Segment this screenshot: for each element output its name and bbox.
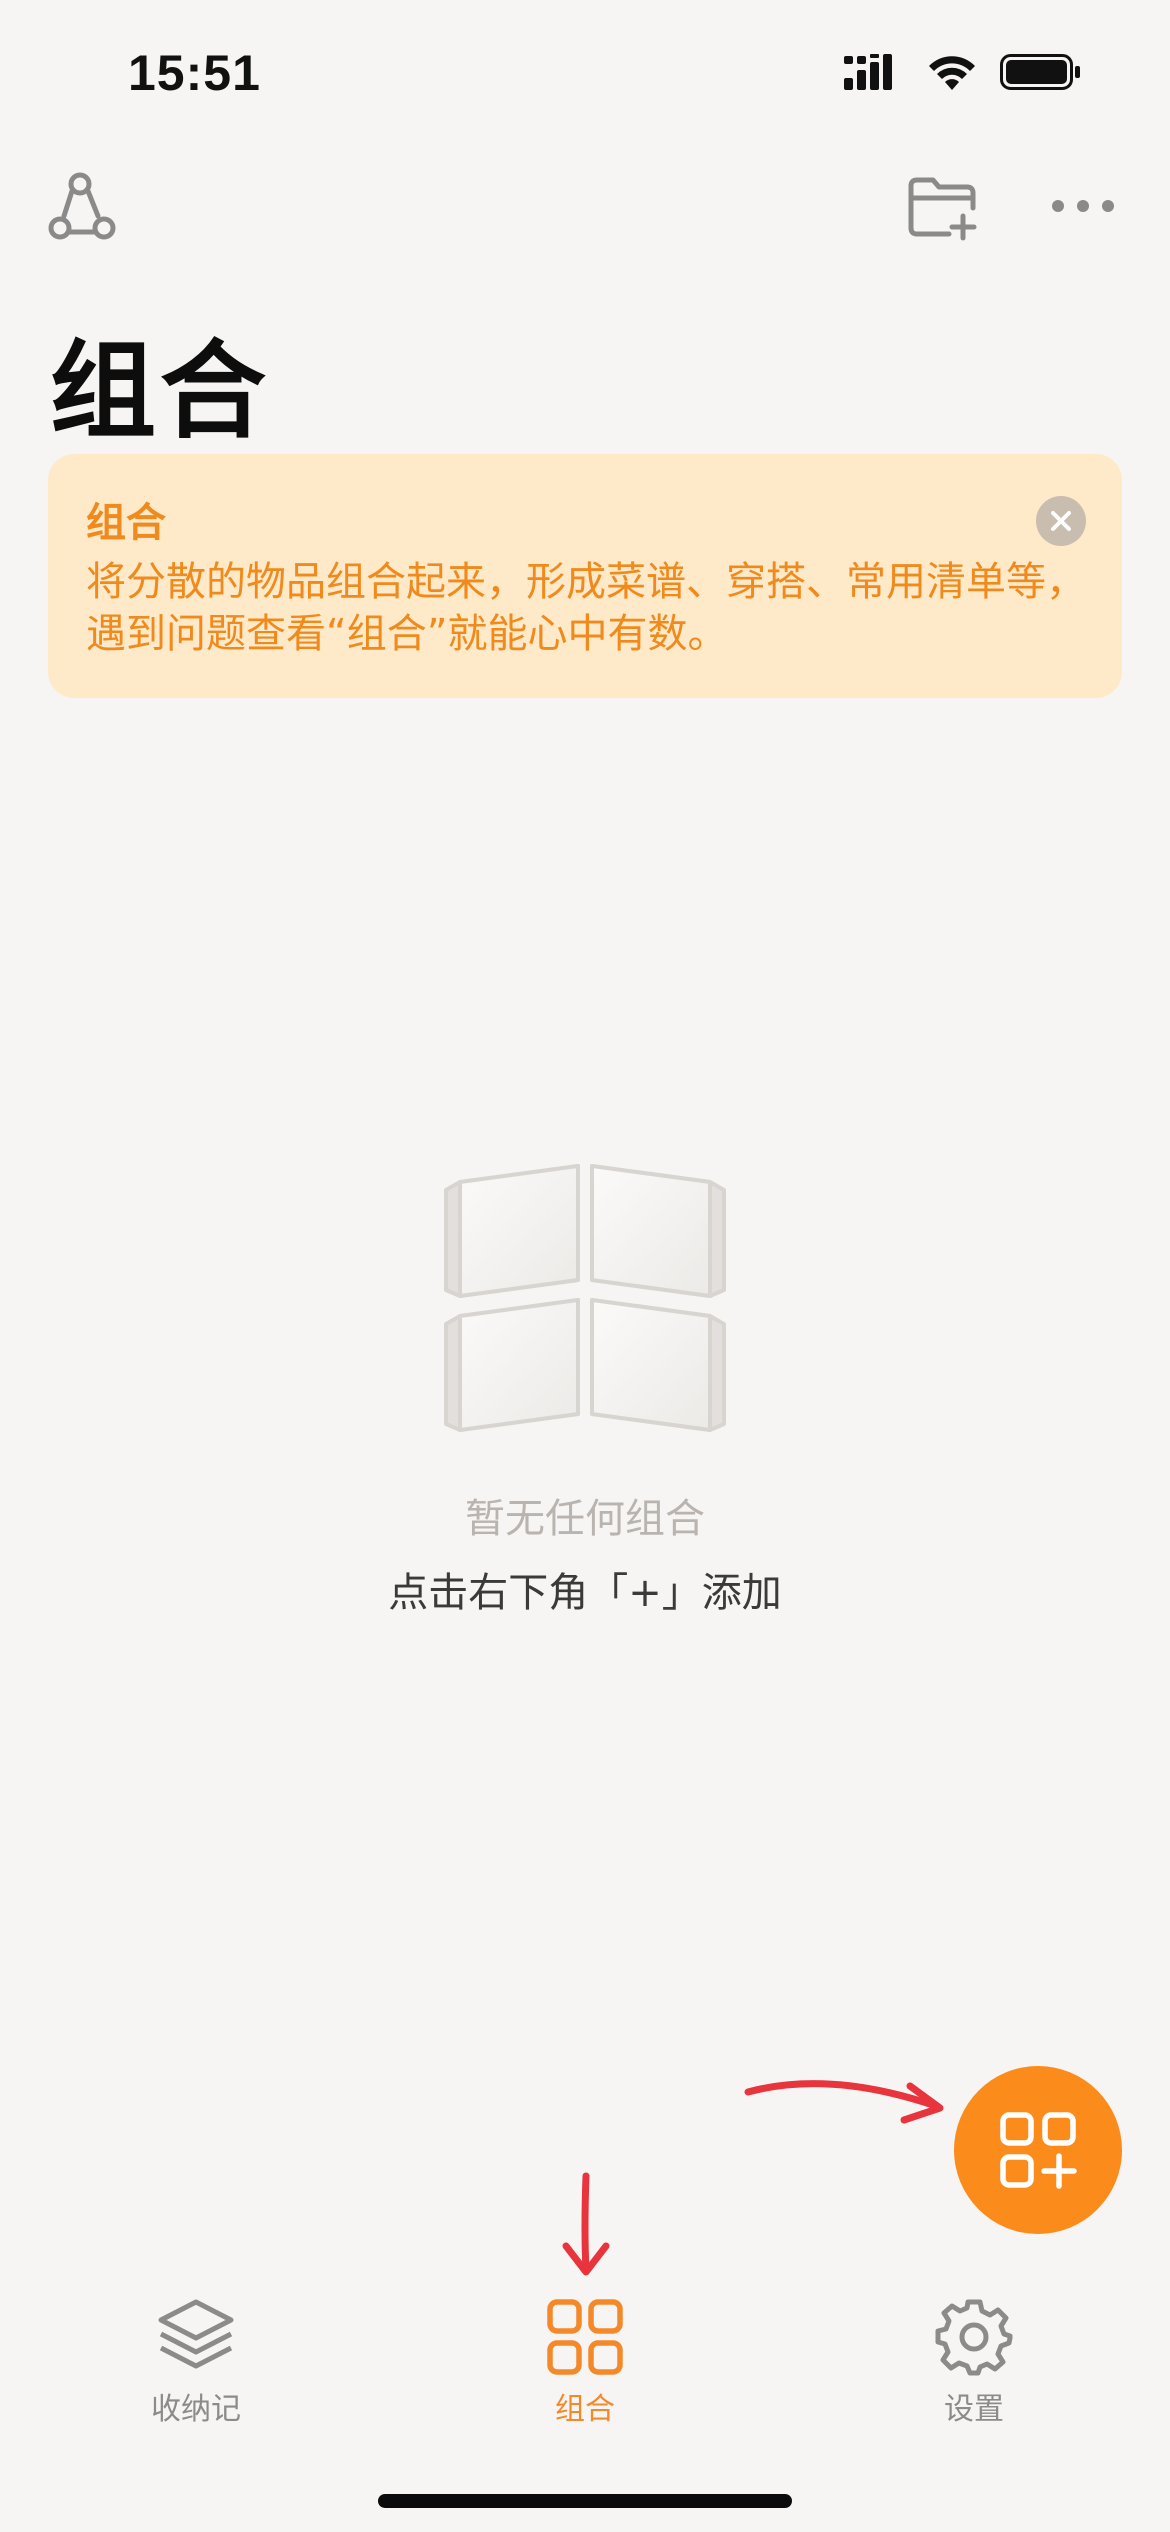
tab-settings-label: 设置 (944, 2392, 1004, 2427)
grid-add-icon (1000, 2112, 1077, 2189)
grid-four-icon (547, 2299, 623, 2375)
empty-blocks-illustration (444, 1164, 726, 1432)
stack-layers-icon (158, 2299, 234, 2369)
page-title: 组合 (50, 330, 270, 453)
share-network-icon[interactable] (48, 170, 128, 250)
cellular-signal-icon (844, 54, 892, 90)
empty-state-title: 暂无任何组合 (465, 1496, 705, 1542)
folder-add-icon[interactable] (905, 172, 980, 242)
tab-group-label: 组合 (555, 2392, 615, 2427)
tip-close-button[interactable] (1036, 496, 1086, 546)
tab-settings[interactable]: 设置 (854, 2296, 1094, 2428)
battery-icon (1000, 54, 1080, 90)
annotation-arrow-down-icon (562, 2172, 610, 2276)
add-group-fab[interactable] (954, 2066, 1122, 2234)
status-icons (844, 52, 1082, 92)
tab-group[interactable]: 组合 (465, 2296, 705, 2428)
tip-card: 组合 将分散的物品组合起来，形成菜谱、穿搭、常用清单等，遇到问题查看“组合”就能… (48, 454, 1122, 698)
empty-state-hint: 点击右下角「+」添加 (388, 1570, 782, 1616)
tab-storage[interactable]: 收纳记 (76, 2296, 316, 2428)
tip-title: 组合 (86, 500, 166, 546)
tab-storage-label: 收纳记 (151, 2392, 241, 2427)
close-icon (1051, 511, 1071, 531)
more-options-icon[interactable] (1048, 188, 1118, 224)
wifi-icon (929, 56, 975, 90)
tip-body: 将分散的物品组合起来，形成菜谱、穿搭、常用清单等，遇到问题查看“组合”就能心中有… (86, 559, 1086, 657)
gear-icon (935, 2299, 1013, 2376)
annotation-arrow-right-icon (744, 2080, 944, 2124)
status-time: 15:51 (128, 45, 261, 101)
home-indicator[interactable] (378, 2494, 792, 2508)
